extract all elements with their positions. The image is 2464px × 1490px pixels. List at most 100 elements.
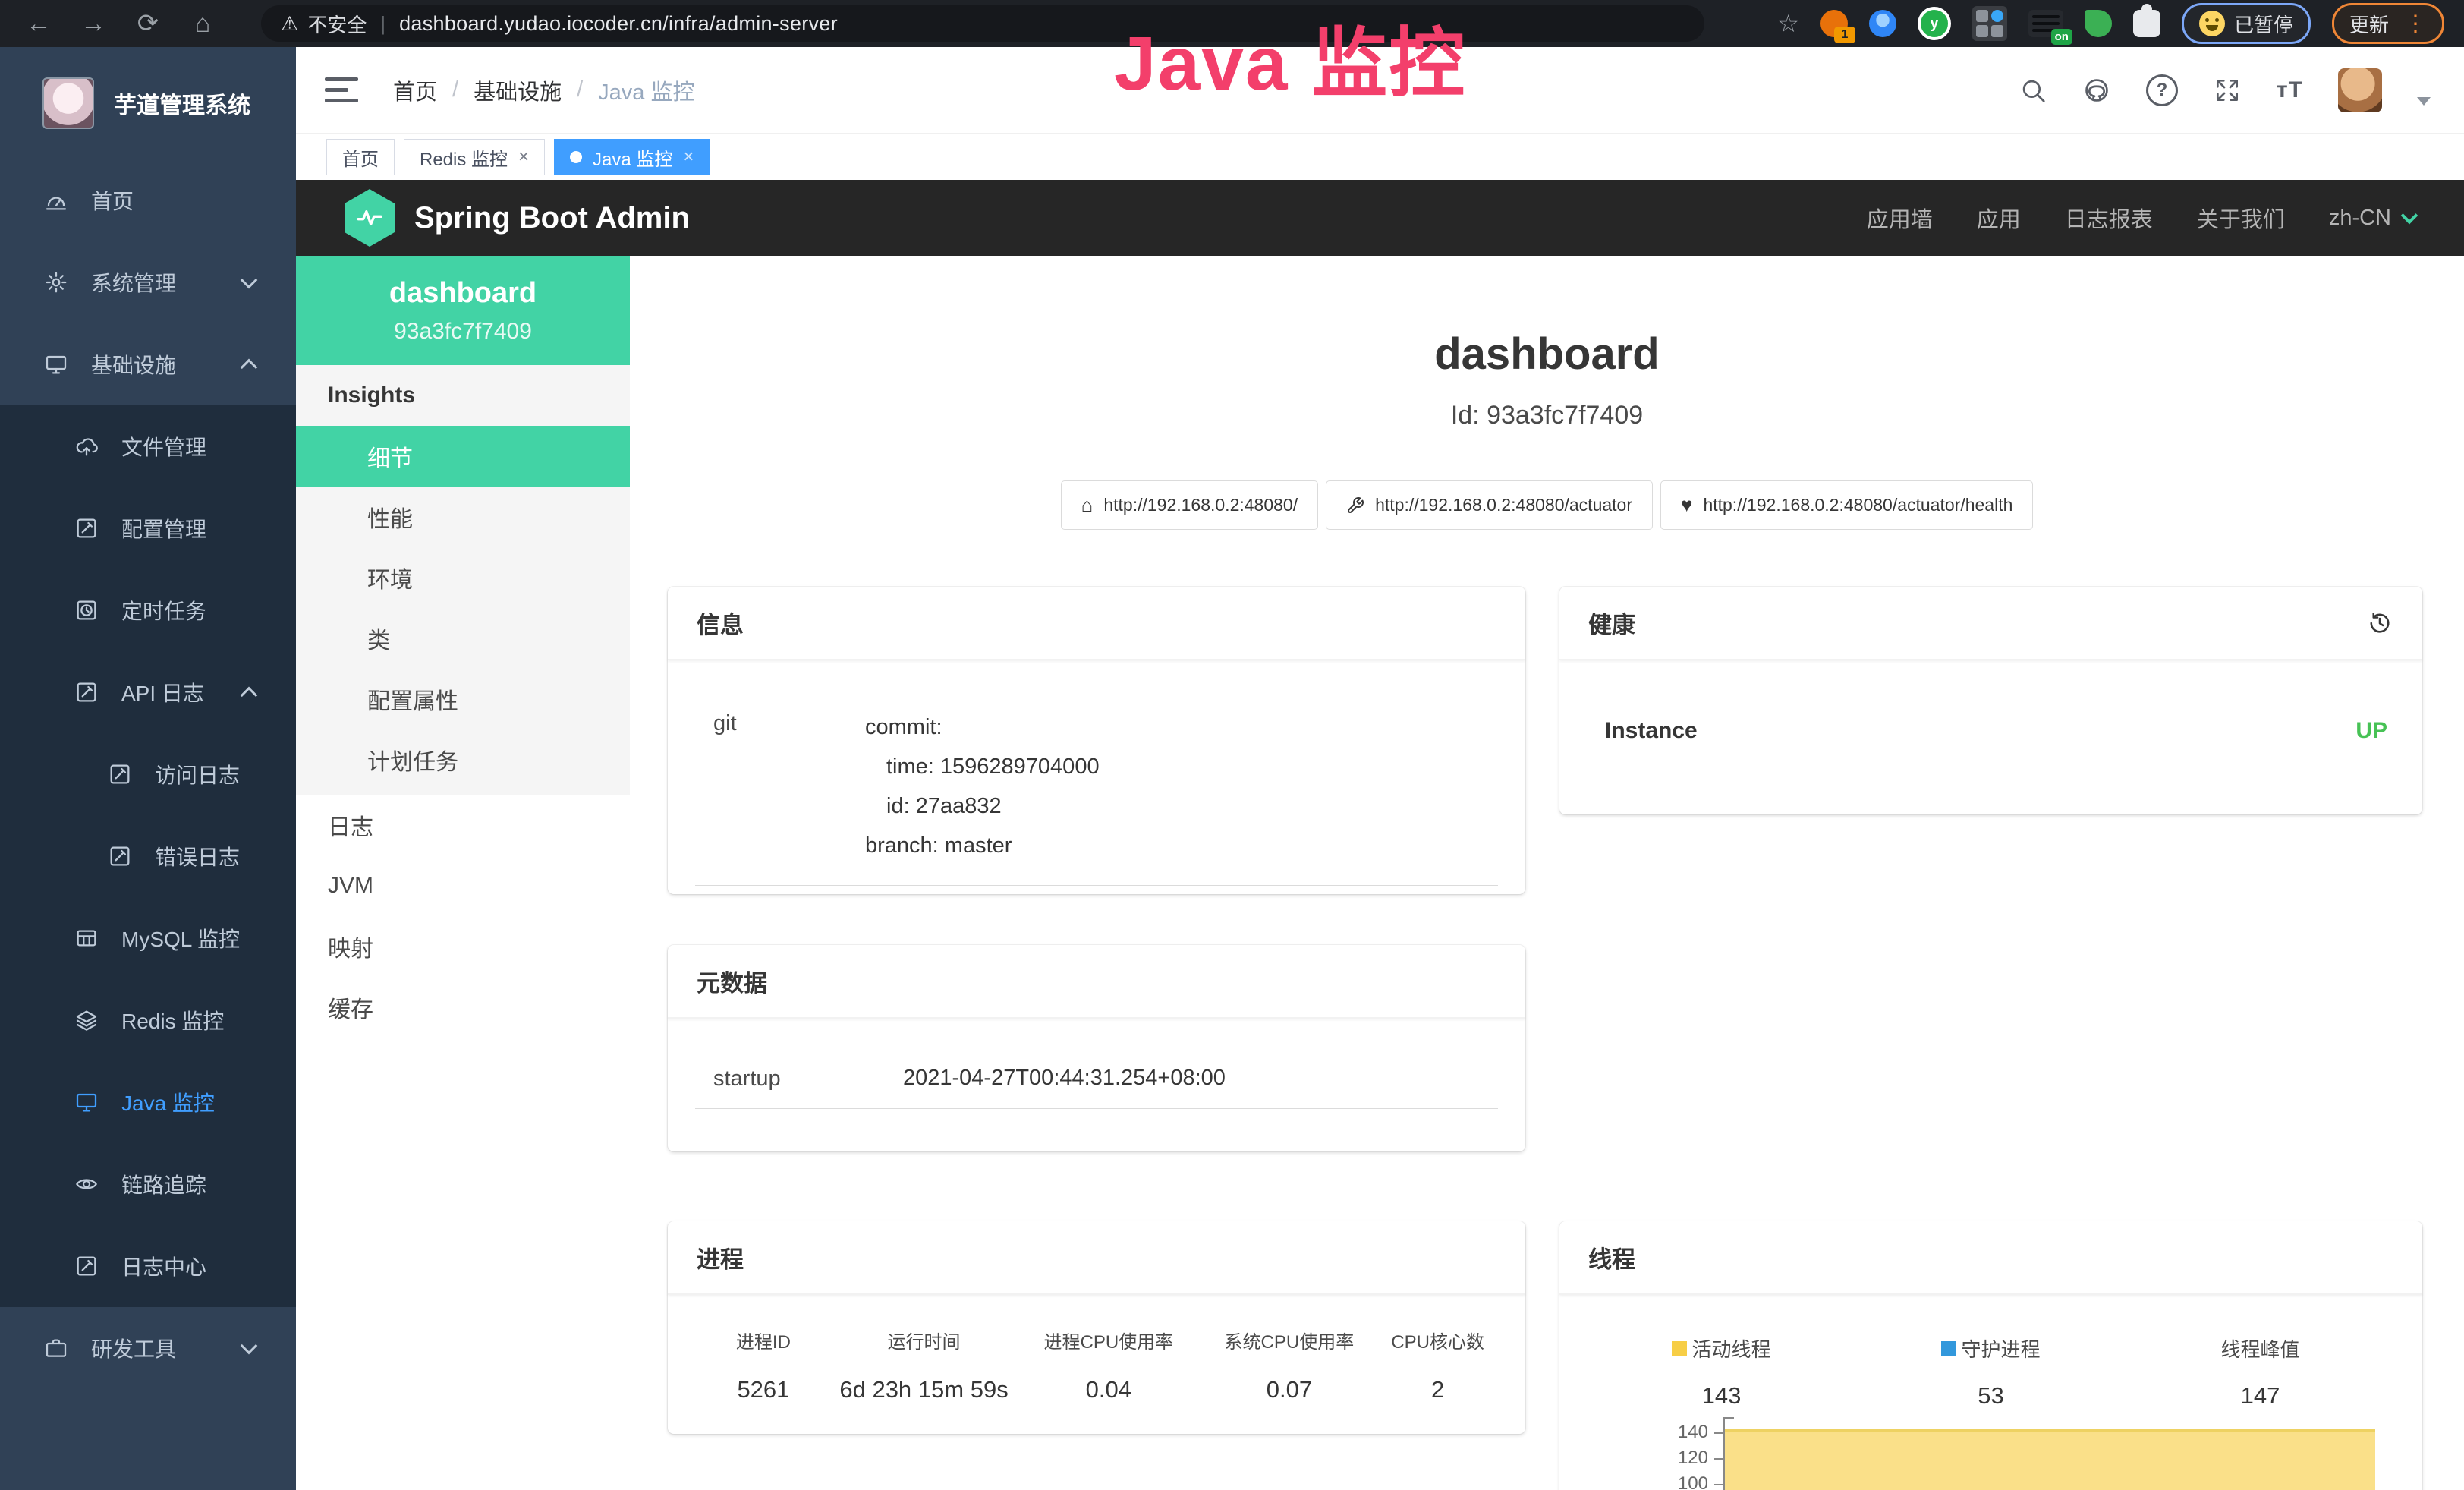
- bookmark-star-icon[interactable]: ☆: [1777, 9, 1799, 38]
- sidebar-item-access-log[interactable]: 访问日志: [0, 733, 296, 815]
- chevron-up-icon: [241, 359, 258, 376]
- sba-nav-about[interactable]: 关于我们: [2197, 202, 2285, 234]
- tab-redis-monitor[interactable]: Redis 监控 ×: [404, 139, 545, 175]
- sidebar-item-java[interactable]: Java 监控: [0, 1061, 296, 1143]
- breadcrumb-separator: /: [577, 77, 583, 102]
- sba-language-select[interactable]: zh-CN: [2329, 206, 2415, 231]
- live-threads-area: [1725, 1429, 2375, 1490]
- history-icon[interactable]: [2366, 610, 2393, 637]
- tab-home[interactable]: 首页: [326, 139, 395, 175]
- hamburger-icon[interactable]: [325, 77, 358, 102]
- sba-side-item-caches[interactable]: 缓存: [296, 977, 630, 1038]
- sidebar-item-system[interactable]: 系统管理: [0, 241, 296, 323]
- app-logo-row[interactable]: 芋道管理系统: [0, 47, 296, 159]
- ext-icon-leaf[interactable]: [2085, 10, 2112, 37]
- y-tick-140: 140: [1632, 1422, 1708, 1443]
- sidebar-item-log-center[interactable]: 日志中心: [0, 1225, 296, 1307]
- sba-side-item-configprops[interactable]: 配置属性: [296, 669, 630, 729]
- sba-nav-wallboard[interactable]: 应用墙: [1867, 202, 1933, 234]
- sidebar-item-home[interactable]: 首页: [0, 159, 296, 241]
- active-dot: [570, 151, 582, 163]
- caret-down-icon[interactable]: [2417, 97, 2431, 106]
- reload-icon[interactable]: ⟳: [132, 8, 164, 39]
- y-tick-100: 100: [1632, 1473, 1708, 1490]
- sba-side-item-details[interactable]: 细节: [296, 426, 630, 487]
- tab-label: 首页: [342, 144, 379, 171]
- avatar[interactable]: [2338, 68, 2382, 112]
- profile-chip[interactable]: 已暂停: [2182, 3, 2311, 44]
- profile-chip-label: 已暂停: [2234, 10, 2293, 38]
- close-icon[interactable]: ×: [683, 146, 694, 168]
- close-icon[interactable]: ×: [518, 146, 529, 168]
- sidebar-item-mysql[interactable]: MySQL 监控: [0, 897, 296, 979]
- extensions-puzzle-icon[interactable]: [2133, 10, 2160, 37]
- ext-icon-orange[interactable]: 1: [1820, 10, 1848, 37]
- endpoint-actuator-link[interactable]: http://192.168.0.2:48080/actuator: [1326, 480, 1653, 530]
- help-icon[interactable]: ?: [2146, 74, 2178, 106]
- ext-icon-switch[interactable]: on: [2028, 10, 2063, 37]
- breadcrumb-infra[interactable]: 基础设施: [474, 74, 562, 106]
- font-size-icon[interactable]: тT: [2277, 77, 2303, 103]
- sba-nav-links: 应用墙 应用 日志报表 关于我们 zh-CN: [1867, 202, 2415, 234]
- sba-instance-header[interactable]: dashboard 93a3fc7f7409: [296, 256, 630, 365]
- layers-icon: [74, 1008, 99, 1032]
- home-icon[interactable]: ⌂: [187, 9, 219, 39]
- sba-logo-icon[interactable]: [345, 189, 395, 247]
- sidebar-item-devtools[interactable]: 研发工具: [0, 1307, 296, 1389]
- sba-side-item-metrics[interactable]: 性能: [296, 487, 630, 547]
- sidebar-item-infra[interactable]: 基础设施: [0, 323, 296, 405]
- sba-nav-applications[interactable]: 应用: [1977, 202, 2021, 234]
- sidebar-item-api-log[interactable]: API 日志: [0, 651, 296, 733]
- sidebar-item-error-log[interactable]: 错误日志: [0, 815, 296, 897]
- sidebar-item-redis[interactable]: Redis 监控: [0, 979, 296, 1061]
- page-subtitle: Id: 93a3fc7f7409: [630, 401, 2464, 430]
- sba-group-label: Insights: [296, 365, 630, 426]
- sba-side-item-env[interactable]: 环境: [296, 547, 630, 608]
- chevron-down-icon: [241, 1337, 258, 1355]
- sidebar-item-label: 错误日志: [155, 841, 240, 871]
- back-icon[interactable]: ←: [23, 9, 55, 39]
- metadata-value: 2021-04-27T00:44:31.254+08:00: [903, 1063, 1226, 1093]
- sidebar-item-label: 定时任务: [121, 595, 206, 625]
- profile-emoji-icon: [2199, 11, 2225, 36]
- sidebar-item-label: 配置管理: [121, 513, 206, 543]
- sba-side-item-jvm[interactable]: JVM: [296, 855, 630, 916]
- endpoint-url: http://192.168.0.2:48080/: [1103, 495, 1298, 515]
- endpoint-home-link[interactable]: ⌂ http://192.168.0.2:48080/: [1061, 480, 1319, 530]
- ext-icon-grid[interactable]: [1972, 6, 2007, 41]
- app-sidebar: 芋道管理系统 首页 系统管理 基础设施 文件管理 配置管理: [0, 47, 296, 1490]
- tab-java-monitor[interactable]: Java 监控 ×: [554, 139, 710, 175]
- kebab-menu-icon[interactable]: ⋮: [2404, 11, 2427, 37]
- sba-nav-journal[interactable]: 日志报表: [2065, 202, 2153, 234]
- github-icon[interactable]: [2082, 76, 2111, 105]
- update-button[interactable]: 更新 ⋮: [2332, 3, 2444, 44]
- threads-chart: 140 120 100: [1587, 1426, 2395, 1490]
- ext-icon-pin[interactable]: [1869, 10, 1896, 37]
- search-icon[interactable]: [2019, 76, 2047, 105]
- fullscreen-icon[interactable]: [2213, 76, 2242, 105]
- sba-navbar: Spring Boot Admin 应用墙 应用 日志报表 关于我们 zh-CN: [296, 180, 2464, 256]
- sba-side-item-scheduled[interactable]: 计划任务: [296, 729, 630, 790]
- chart-axis-cap: [1723, 1417, 1734, 1419]
- sba-side-item-logs[interactable]: 日志: [296, 795, 630, 855]
- sidebar-item-file[interactable]: 文件管理: [0, 405, 296, 487]
- breadcrumb-home[interactable]: 首页: [393, 74, 437, 106]
- url-text[interactable]: dashboard.yudao.iocoder.cn/infra/admin-s…: [399, 12, 838, 36]
- address-bar[interactable]: ⚠ 不安全 | dashboard.yudao.iocoder.cn/infra…: [261, 5, 1704, 42]
- sba-side-item-mappings[interactable]: 映射: [296, 916, 630, 977]
- chevron-down-icon: [2401, 207, 2418, 225]
- ext-icon-y[interactable]: y: [1918, 7, 1951, 40]
- sba-brand[interactable]: Spring Boot Admin: [414, 201, 690, 235]
- info-card-header: 信息: [668, 587, 1525, 660]
- sba-side-item-classes[interactable]: 类: [296, 608, 630, 669]
- update-label: 更新: [2349, 10, 2389, 38]
- metadata-startup-row: startup 2021-04-27T00:44:31.254+08:00: [695, 1049, 1498, 1109]
- sidebar-item-config[interactable]: 配置管理: [0, 487, 296, 569]
- sidebar-item-trace[interactable]: 链路追踪: [0, 1143, 296, 1225]
- endpoint-health-link[interactable]: ♥ http://192.168.0.2:48080/actuator/heal…: [1660, 480, 2033, 530]
- forward-icon[interactable]: →: [77, 9, 109, 39]
- health-card: 健康 Instance UP: [1559, 587, 2422, 814]
- metadata-key: startup: [713, 1063, 903, 1093]
- sidebar-item-job[interactable]: 定时任务: [0, 569, 296, 651]
- security-label[interactable]: 不安全: [307, 10, 367, 38]
